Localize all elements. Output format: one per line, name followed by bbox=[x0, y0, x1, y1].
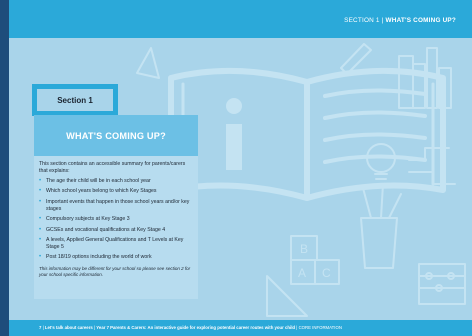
footer-separator: | bbox=[93, 325, 96, 330]
panel-intro: This section contains an accessible summ… bbox=[39, 161, 186, 174]
footer-page-number: 7 bbox=[39, 325, 42, 330]
bullet-item: Important events that happen in those sc… bbox=[39, 199, 195, 213]
abc-blocks-icon: B A C bbox=[290, 235, 340, 285]
bullet-item: GCSEs and vocational qualifications at K… bbox=[39, 227, 195, 234]
section-tab: Section 1 bbox=[32, 84, 118, 116]
svg-text:C: C bbox=[322, 266, 331, 280]
footer-text: 7 | Let's talk about careers | Year 7 Pa… bbox=[39, 325, 342, 330]
footer-audience: Year 7 Parents & Carers: An interactive … bbox=[96, 325, 296, 330]
svg-text:B: B bbox=[300, 242, 308, 256]
bottom-bar: 7 | Let's talk about careers | Year 7 Pa… bbox=[9, 320, 472, 336]
page: B A C SECTION 1 | WHAT'S COMING UP? Sect… bbox=[0, 0, 472, 336]
cone-icon bbox=[136, 47, 160, 79]
section-title: WHAT'S COMING UP? bbox=[385, 17, 456, 24]
open-book-icon bbox=[168, 67, 446, 201]
left-stripe bbox=[0, 0, 9, 336]
pencil-cup-icon bbox=[360, 183, 402, 269]
footer-category: CORE INFORMATION bbox=[298, 325, 342, 330]
panel-body: This section contains an accessible summ… bbox=[39, 161, 195, 278]
section-tab-label: Section 1 bbox=[37, 89, 113, 111]
abacus-icon bbox=[418, 263, 466, 305]
info-i-icon bbox=[226, 98, 242, 170]
top-bar: SECTION 1 | WHAT'S COMING UP? bbox=[9, 0, 472, 38]
footer-separator: | bbox=[296, 325, 298, 330]
footer-separator: | bbox=[42, 325, 44, 330]
bullet-list: The age their child will be in each scho… bbox=[39, 178, 195, 261]
panel-title: WHAT'S COMING UP? bbox=[34, 115, 198, 156]
section-number: SECTION 1 bbox=[344, 17, 380, 24]
bullet-item: The age their child will be in each scho… bbox=[39, 178, 195, 185]
bullet-item: Which school years belong to which Key S… bbox=[39, 188, 195, 195]
footer-title: Let's talk about careers bbox=[44, 325, 93, 330]
bullet-item: Compulsory subjects at Key Stage 3 bbox=[39, 216, 195, 223]
header-separator: | bbox=[381, 17, 384, 24]
panel-note: This information may be different for yo… bbox=[39, 266, 191, 278]
ruler-icon bbox=[266, 275, 308, 317]
summary-panel: WHAT'S COMING UP? This section contains … bbox=[34, 115, 198, 299]
svg-text:A: A bbox=[298, 266, 306, 280]
lightbulb-icon bbox=[366, 143, 396, 180]
bullet-item: Post 18/19 options including the world o… bbox=[39, 254, 195, 261]
bullet-item: A levels, Applied General Qualifications… bbox=[39, 237, 195, 251]
section-header: SECTION 1 | WHAT'S COMING UP? bbox=[344, 17, 456, 24]
